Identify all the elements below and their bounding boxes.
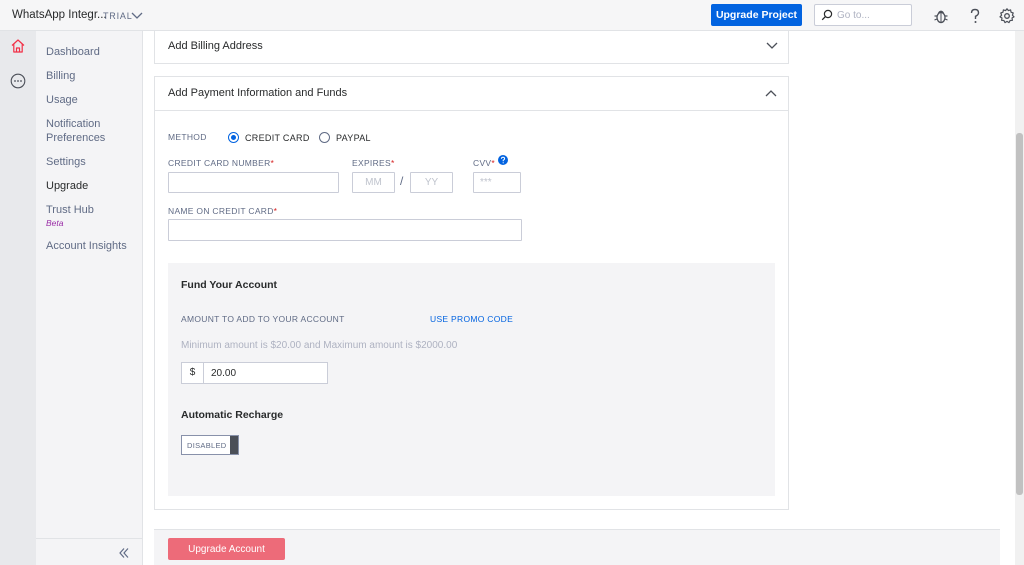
amount-input[interactable] bbox=[203, 362, 328, 384]
amount-hint: Minimum amount is $20.00 and Maximum amo… bbox=[181, 340, 458, 351]
sidebar-item-settings[interactable]: Settings bbox=[46, 155, 86, 169]
amount-label: AMOUNT TO ADD TO YOUR ACCOUNT bbox=[181, 314, 345, 324]
main-content: Add Billing Address Add Payment Informat… bbox=[143, 30, 1015, 565]
sidebar-collapse-bar bbox=[36, 538, 143, 565]
sidebar-item-notification-preferences[interactable]: Notification Preferences bbox=[46, 117, 126, 145]
auto-recharge-toggle[interactable]: DISABLED bbox=[181, 435, 239, 455]
home-icon[interactable] bbox=[10, 38, 26, 54]
name-on-card-label: NAME ON CREDIT CARD* bbox=[168, 206, 278, 216]
more-icon[interactable] bbox=[10, 73, 26, 89]
chevron-up-icon[interactable] bbox=[765, 89, 777, 99]
help-icon[interactable] bbox=[966, 7, 984, 25]
currency-prefix: $ bbox=[181, 362, 204, 384]
method-label: METHOD bbox=[168, 132, 207, 142]
footer-bar: Upgrade Account bbox=[154, 529, 1000, 565]
beta-badge: Beta bbox=[46, 218, 64, 228]
double-chevron-left-icon[interactable] bbox=[118, 547, 130, 559]
bug-icon[interactable] bbox=[932, 7, 950, 25]
upgrade-project-button[interactable]: Upgrade Project bbox=[711, 4, 802, 26]
chevron-down-icon[interactable] bbox=[131, 10, 143, 20]
credit-card-radio[interactable] bbox=[228, 132, 239, 143]
sidebar-item-usage[interactable]: Usage bbox=[46, 93, 78, 107]
credit-card-radio-label[interactable]: CREDIT CARD bbox=[245, 133, 310, 143]
toggle-state-label: DISABLED bbox=[187, 441, 227, 450]
promo-code-link[interactable]: USE PROMO CODE bbox=[430, 314, 513, 324]
card-number-input[interactable] bbox=[168, 172, 339, 193]
search-box[interactable] bbox=[814, 4, 912, 26]
upgrade-account-button[interactable]: Upgrade Account bbox=[168, 538, 285, 560]
sidebar-item-billing[interactable]: Billing bbox=[46, 69, 75, 83]
payment-card-header[interactable]: Add Payment Information and Funds bbox=[155, 77, 788, 111]
card-number-label: CREDIT CARD NUMBER* bbox=[168, 158, 275, 168]
cvv-label: CVV* bbox=[473, 158, 495, 168]
fund-title: Fund Your Account bbox=[181, 279, 278, 291]
gear-icon[interactable] bbox=[998, 7, 1016, 25]
expires-label: EXPIRES* bbox=[352, 158, 395, 168]
name-on-card-input[interactable] bbox=[168, 219, 522, 241]
project-name[interactable]: WhatsApp Integr... bbox=[12, 9, 107, 21]
expiry-year-input[interactable] bbox=[410, 172, 453, 193]
help-circle-icon[interactable] bbox=[498, 155, 508, 165]
billing-address-card[interactable]: Add Billing Address bbox=[154, 30, 789, 64]
chevron-down-icon[interactable] bbox=[766, 40, 778, 50]
icon-rail bbox=[0, 31, 36, 565]
search-input[interactable] bbox=[837, 8, 909, 22]
toggle-knob bbox=[230, 436, 238, 454]
recharge-title: Automatic Recharge bbox=[181, 409, 284, 421]
payment-title[interactable]: Add Payment Information and Funds bbox=[168, 87, 347, 99]
scrollbar[interactable] bbox=[1015, 31, 1024, 565]
paypal-radio[interactable] bbox=[319, 132, 330, 143]
billing-address-title[interactable]: Add Billing Address bbox=[168, 40, 263, 52]
top-bar: WhatsApp Integr... TRIAL Upgrade Project bbox=[0, 0, 1024, 31]
sidebar-item-upgrade[interactable]: Upgrade bbox=[46, 179, 88, 193]
expiry-month-input[interactable] bbox=[352, 172, 395, 193]
expiry-separator: / bbox=[400, 174, 404, 188]
sidebar-item-dashboard[interactable]: Dashboard bbox=[46, 45, 100, 59]
scrollbar-thumb[interactable] bbox=[1016, 133, 1023, 495]
sidebar-item-account-insights[interactable]: Account Insights bbox=[46, 239, 127, 253]
paypal-radio-label[interactable]: PAYPAL bbox=[336, 133, 371, 143]
cvv-input[interactable] bbox=[473, 172, 521, 193]
sidebar-item-trust-hub[interactable]: Trust Hub bbox=[46, 203, 94, 217]
sidebar: Dashboard Billing Usage Notification Pre… bbox=[36, 31, 143, 565]
payment-card: Add Payment Information and Funds METHOD… bbox=[154, 76, 789, 510]
trial-badge: TRIAL bbox=[103, 11, 133, 21]
search-icon bbox=[821, 9, 833, 21]
fund-account-panel: Fund Your Account AMOUNT TO ADD TO YOUR … bbox=[168, 263, 775, 496]
